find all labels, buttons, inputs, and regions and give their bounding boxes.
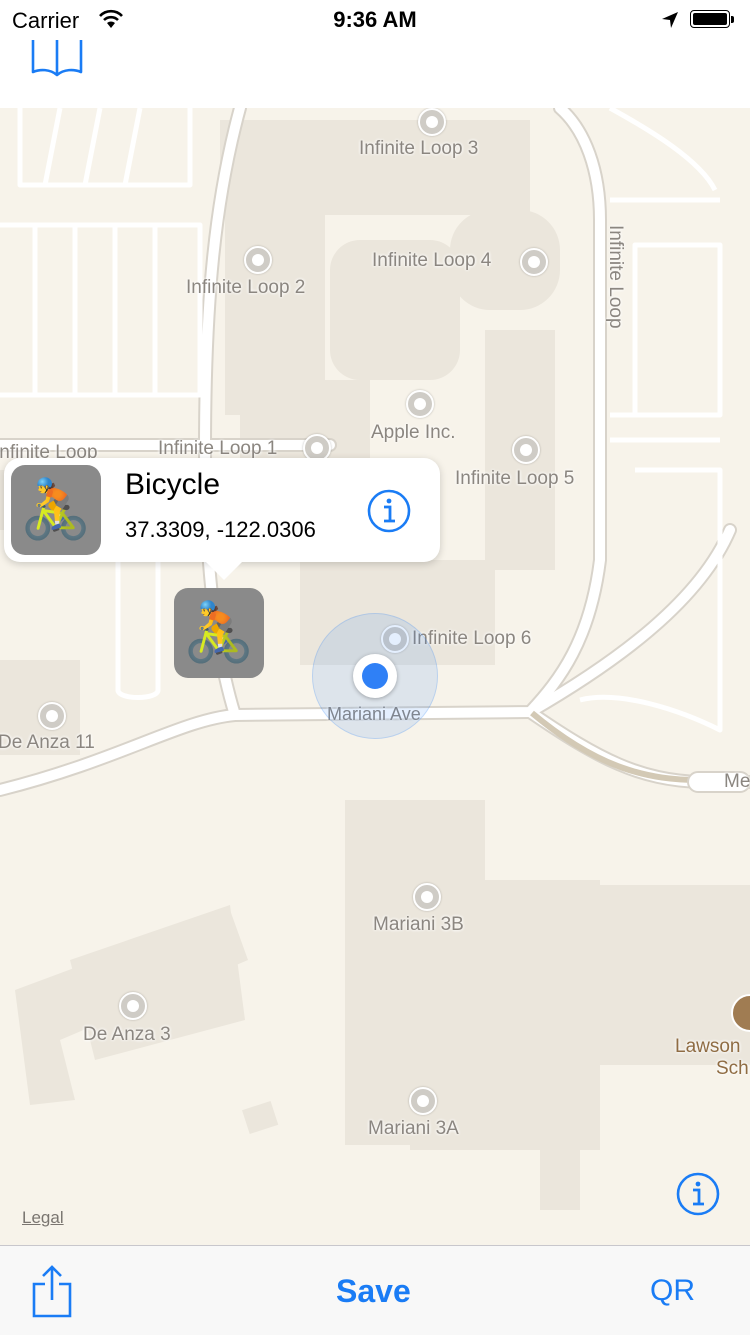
map-view[interactable]: Infinite Loop 3 Infinite Loop 4 Infinite…	[0, 108, 750, 1245]
qr-button[interactable]: QR	[650, 1274, 695, 1308]
status-bar: Carrier 9:36 AM	[0, 0, 750, 40]
label-infinite-loop-1: Infinite Loop 1	[158, 438, 278, 459]
label-infinite-loop-2: Infinite Loop 2	[186, 277, 306, 298]
annotation-callout[interactable]: 🚴 Bicycle 37.3309, -122.0306	[4, 458, 440, 580]
label-de-anza-3: De Anza 3	[83, 1024, 171, 1045]
label-infinite-loop-5: Infinite Loop 5	[455, 468, 575, 489]
poi-marker[interactable]	[409, 1087, 437, 1115]
callout-bicycle-thumbnail: 🚴	[11, 465, 101, 555]
poi-marker[interactable]	[512, 436, 540, 464]
poi-marker[interactable]	[520, 248, 548, 276]
bottom-toolbar: Save QR	[0, 1245, 750, 1335]
label-infinite-loop-street: Infinite Loop	[605, 225, 626, 329]
navigation-bar	[0, 29, 750, 108]
label-sch: Sch	[716, 1058, 749, 1079]
label-infinite-loop-3: Infinite Loop 3	[359, 138, 479, 159]
label-infinite-loop-4: Infinite Loop 4	[372, 250, 492, 271]
location-arrow-icon	[662, 12, 678, 28]
callout-tail	[202, 558, 246, 580]
map-info-icon[interactable]	[675, 1171, 721, 1217]
label-me: Me	[724, 771, 750, 792]
label-mariani-3b: Mariani 3B	[373, 914, 464, 935]
callout-subtitle: 37.3309, -122.0306	[125, 517, 316, 542]
user-location-dot[interactable]	[353, 654, 397, 698]
status-time: 9:36 AM	[333, 7, 417, 32]
label-apple-inc: Apple Inc.	[371, 422, 456, 443]
bicycle-icon: 🚴	[182, 600, 256, 665]
battery-icon	[690, 10, 736, 30]
save-button[interactable]: Save	[336, 1273, 411, 1310]
bicycle-pin[interactable]: 🚴	[174, 588, 264, 678]
callout-info-icon[interactable]	[366, 488, 412, 534]
label-de-anza-11: De Anza 11	[0, 732, 95, 753]
poi-marker[interactable]	[244, 246, 272, 274]
share-icon[interactable]	[30, 1264, 74, 1320]
poi-marker[interactable]	[119, 992, 147, 1020]
poi-marker[interactable]	[418, 108, 446, 136]
poi-marker[interactable]	[406, 390, 434, 418]
bicycle-icon: 🚴	[19, 477, 93, 542]
poi-marker[interactable]	[413, 883, 441, 911]
legal-link[interactable]: Legal	[22, 1208, 64, 1228]
label-mariani-3a: Mariani 3A	[368, 1118, 459, 1139]
callout-title: Bicycle	[125, 468, 221, 501]
poi-marker[interactable]	[38, 702, 66, 730]
label-lawson: Lawson	[675, 1036, 741, 1057]
